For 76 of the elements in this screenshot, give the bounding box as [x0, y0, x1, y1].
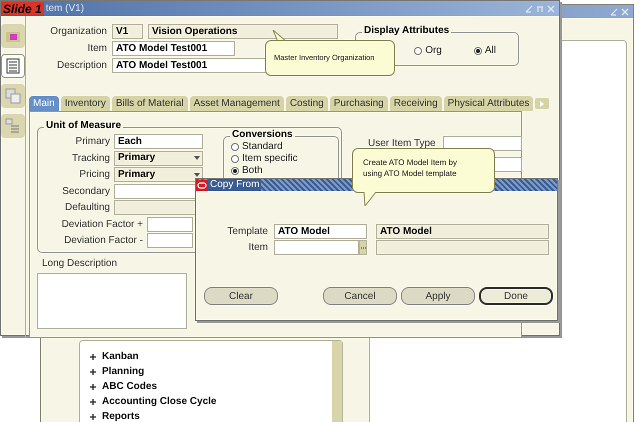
- stack-icon: [3, 86, 23, 106]
- radio-button[interactable]: [231, 167, 239, 175]
- minimize-icon[interactable]: [525, 4, 533, 12]
- field-label: Deviation Factor +: [60, 218, 143, 232]
- close-icon[interactable]: [621, 8, 629, 16]
- field-label: Description: [56, 59, 107, 73]
- text-field[interactable]: ATO Model Test001: [112, 41, 235, 56]
- radio-label: Org: [425, 46, 442, 56]
- group-title: Conversions: [230, 130, 295, 140]
- info-tooltip: Create ATO Model Item by using ATO Model template: [352, 148, 495, 193]
- tree-item[interactable]: Accounting Close Cycle: [102, 396, 216, 408]
- text-field[interactable]: ATO Model: [274, 224, 367, 239]
- tab[interactable]: Physical Attributes: [444, 96, 534, 111]
- field-label: Item: [86, 42, 107, 56]
- dialog-title: Copy From: [208, 179, 262, 191]
- text-field[interactable]: [376, 240, 549, 255]
- oracle-logo-icon: [196, 180, 208, 190]
- plus-icon[interactable]: [90, 414, 96, 420]
- dialog-button[interactable]: Cancel: [323, 287, 397, 305]
- dropdown-field[interactable]: Primary: [114, 167, 203, 182]
- radio-button[interactable]: [474, 47, 482, 55]
- field-label: Tracking: [71, 152, 110, 166]
- right-arrow-icon: [540, 100, 544, 106]
- tree-item[interactable]: Kanban: [102, 351, 139, 363]
- radio-button[interactable]: [231, 155, 239, 163]
- tab[interactable]: Receiving: [390, 96, 442, 111]
- callout-tail: [362, 192, 378, 206]
- list-of-values-button[interactable]: [359, 240, 367, 255]
- org-name-field[interactable]: Vision Operations: [148, 24, 338, 39]
- radio-button[interactable]: [231, 143, 239, 151]
- radio-button[interactable]: [414, 47, 422, 55]
- tab[interactable]: Inventory: [60, 96, 110, 111]
- field-label: User Item Type: [368, 137, 436, 151]
- minimize-icon[interactable]: [610, 8, 618, 16]
- caret-icon: [194, 156, 200, 160]
- dialog-button[interactable]: Apply: [401, 287, 475, 305]
- text-field[interactable]: [147, 233, 193, 248]
- plus-icon[interactable]: [90, 369, 96, 375]
- field-label: Organization: [49, 25, 107, 39]
- tab[interactable]: Asset Management: [190, 96, 284, 111]
- scrollbar[interactable]: [332, 341, 342, 422]
- dialog-button[interactable]: Clear: [204, 287, 278, 305]
- plus-icon[interactable]: [90, 399, 96, 405]
- long-description-field[interactable]: [37, 273, 187, 329]
- tree-item[interactable]: Reports: [102, 411, 140, 422]
- tree-item[interactable]: Planning: [102, 366, 144, 378]
- field-label: Pricing: [78, 168, 110, 182]
- tab[interactable]: Purchasing: [330, 96, 388, 111]
- tree-item[interactable]: ABC Codes: [102, 381, 158, 393]
- tab[interactable]: Bills of Material: [112, 96, 188, 111]
- group-title: Unit of Measure: [44, 121, 124, 131]
- text-field[interactable]: [147, 216, 193, 232]
- radio-label: All: [484, 46, 496, 56]
- radio-label: Both: [242, 166, 263, 176]
- radio-label: Standard: [242, 142, 283, 152]
- text-field[interactable]: ATO Model: [376, 224, 549, 239]
- field-label: Deviation Factor -: [63, 234, 143, 248]
- field-label: Item: [248, 241, 268, 255]
- slide-label: Slide 1: [1, 2, 44, 16]
- radio-label: Item specific: [242, 154, 298, 164]
- text-field[interactable]: [274, 240, 359, 255]
- field-label: Template: [226, 225, 268, 239]
- sidebar-tool[interactable]: [1, 54, 25, 78]
- tab[interactable]: Costing: [286, 96, 328, 111]
- field-label: Defaulting: [64, 201, 110, 216]
- group-title: Display Attributes: [362, 26, 452, 36]
- plus-icon[interactable]: [90, 384, 96, 390]
- window-title: tem (V1): [46, 2, 84, 16]
- dropdown-field[interactable]: Primary: [114, 150, 203, 166]
- text-field[interactable]: Each: [114, 134, 203, 150]
- field-label: Long Description: [42, 257, 118, 271]
- plus-icon[interactable]: [90, 354, 96, 360]
- dialog-button[interactable]: Done: [479, 287, 554, 305]
- org-code-field[interactable]: V1: [112, 24, 143, 39]
- field-label: Primary: [74, 135, 110, 150]
- field-label: Secondary: [61, 184, 110, 199]
